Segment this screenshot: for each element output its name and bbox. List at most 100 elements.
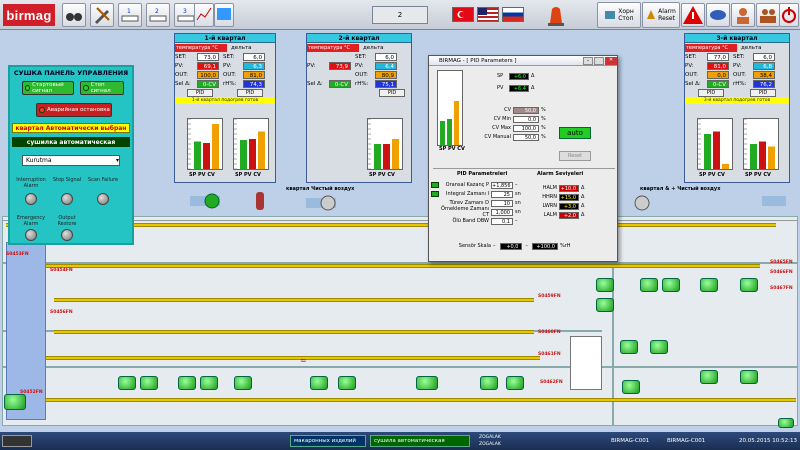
motor-icon[interactable] [416, 376, 438, 390]
motor-icon[interactable] [140, 376, 158, 390]
window-button[interactable]: BIRMAG-C001 [664, 435, 714, 447]
stop-signal-button[interactable]: Стоп сигнал [80, 81, 124, 95]
task-item[interactable]: макаронных изделий [290, 435, 366, 447]
halm-input[interactable]: +10,0 [559, 184, 579, 192]
fan-icon[interactable] [760, 192, 790, 214]
motor-icon[interactable] [650, 340, 668, 354]
delta-pv-value: 6,3 [243, 61, 265, 70]
pid-button[interactable]: PID [379, 88, 405, 97]
tools-icon[interactable] [90, 3, 114, 27]
fan-icon[interactable] [630, 194, 660, 216]
pid-p-input[interactable]: +1,856 [491, 181, 513, 189]
dialog-cvmax-input[interactable]: 100,0 [513, 124, 539, 132]
motor-icon[interactable] [200, 376, 218, 390]
cv-bar [258, 131, 265, 169]
gear-icon[interactable] [431, 182, 439, 188]
delta-out-value: 80,9 [375, 70, 397, 79]
motor-icon[interactable] [506, 376, 524, 390]
motor-icon[interactable] [234, 376, 252, 390]
mode-select[interactable]: Kurutma ▾ [22, 155, 120, 166]
scale-max-input[interactable]: +100,0 [532, 242, 558, 250]
delta-set-value[interactable]: 6,0 [753, 52, 775, 61]
user-icon[interactable] [731, 3, 755, 27]
pid-ct-input[interactable]: 1,000 [491, 208, 513, 216]
motor-icon[interactable] [640, 278, 658, 292]
zone-title: 3-й квартал [685, 34, 789, 43]
temperature-header: температура °C [175, 43, 227, 52]
pid-button[interactable]: PID [237, 88, 263, 97]
pid-dbw-input[interactable]: 0,1 [491, 217, 513, 225]
start-signal-button[interactable]: Стартовый сигнал [22, 81, 74, 95]
motor-icon[interactable] [700, 278, 718, 292]
task-item[interactable]: ZOGALAK [476, 441, 504, 448]
russian-flag-icon[interactable] [502, 7, 524, 22]
delta-set-value[interactable]: 6,0 [375, 52, 397, 61]
computer-icon[interactable] [214, 3, 234, 27]
lalm-input[interactable]: +2,0 [559, 211, 579, 219]
motor-icon[interactable] [4, 394, 26, 410]
power-icon[interactable] [779, 3, 799, 27]
minimize-icon[interactable]: – [583, 56, 593, 65]
lwrn-input[interactable]: +3,0 [559, 202, 579, 210]
motor-icon[interactable] [740, 278, 758, 292]
hwrn-input[interactable]: +15,0 [559, 193, 579, 201]
motor-icon[interactable] [596, 278, 614, 292]
motor-icon[interactable] [740, 370, 758, 384]
key-icon[interactable] [706, 3, 730, 27]
emergency-alarm-led [25, 229, 37, 241]
dryer-auto-banner: сушилка автоматическая [12, 137, 130, 147]
alarm-reset-button[interactable]: Alarm Reset [642, 2, 680, 28]
motor-icon[interactable] [310, 376, 328, 390]
users-icon[interactable] [756, 3, 780, 27]
task-item[interactable]: ZOGALAK [476, 434, 504, 441]
delta-set-value[interactable]: 6,0 [243, 52, 265, 61]
fan-icon[interactable] [306, 194, 346, 216]
reset-button[interactable]: Reset [559, 151, 591, 161]
scale-min-input[interactable]: +0,0 [499, 242, 522, 250]
page-2-icon[interactable]: 2 [146, 3, 170, 27]
motor-icon[interactable] [700, 370, 718, 384]
sel-value[interactable]: 0-CV [707, 79, 729, 88]
set-value[interactable]: 73,0 [197, 52, 219, 61]
emergency-stop-button[interactable]: Аварийная остановка [36, 103, 112, 117]
fan-icon[interactable] [190, 192, 270, 214]
dialog-cvmanual-input[interactable]: 50,0 [513, 133, 539, 141]
close-icon[interactable]: ✕ [605, 56, 617, 65]
motor-icon[interactable] [118, 376, 136, 390]
motor-icon[interactable] [622, 380, 640, 394]
binoculars-icon[interactable] [62, 3, 86, 27]
auto-mode-button[interactable]: auto [559, 127, 591, 139]
sel-value[interactable]: 0-CV [197, 79, 219, 88]
motor-icon[interactable] [596, 298, 614, 312]
page-1-icon[interactable]: 1 [118, 3, 142, 27]
motor-icon[interactable] [338, 376, 356, 390]
window-button[interactable]: BIRMAG-C001 [608, 435, 658, 447]
motor-icon[interactable] [178, 376, 196, 390]
start-icon[interactable] [2, 435, 32, 447]
cv-bar [392, 139, 399, 169]
motor-icon[interactable] [480, 376, 498, 390]
horn-stop-button[interactable]: Хорн Стоп [597, 2, 641, 28]
sel-value[interactable]: 0-CV [329, 79, 351, 88]
pid-button[interactable]: PID [698, 88, 724, 97]
output-restore-led [61, 229, 73, 241]
task-item[interactable]: сушила автоматическая [370, 435, 470, 447]
motor-icon[interactable] [662, 278, 680, 292]
svg-text:3: 3 [183, 8, 187, 15]
us-flag-icon[interactable] [477, 7, 499, 22]
warning-icon[interactable] [681, 3, 705, 27]
pid-i-input[interactable]: 25 [491, 190, 513, 198]
delta-header: дельта [231, 44, 252, 51]
maximize-icon[interactable] [594, 56, 604, 65]
turkish-flag-icon[interactable] [452, 7, 474, 22]
pid-d-input[interactable]: 10 [491, 199, 513, 207]
trend-chart-icon[interactable] [194, 3, 214, 27]
set-value[interactable]: 77,0 [707, 52, 729, 61]
pid-button[interactable]: PID [187, 88, 213, 97]
dialog-cvmin-input[interactable]: 0,0 [513, 115, 539, 123]
ventilation-icon: ≈ [300, 356, 307, 365]
motor-icon[interactable] [620, 340, 638, 354]
motor-icon[interactable] [778, 418, 794, 428]
pv-bar [203, 143, 210, 169]
pid-button[interactable]: PID [750, 88, 776, 97]
